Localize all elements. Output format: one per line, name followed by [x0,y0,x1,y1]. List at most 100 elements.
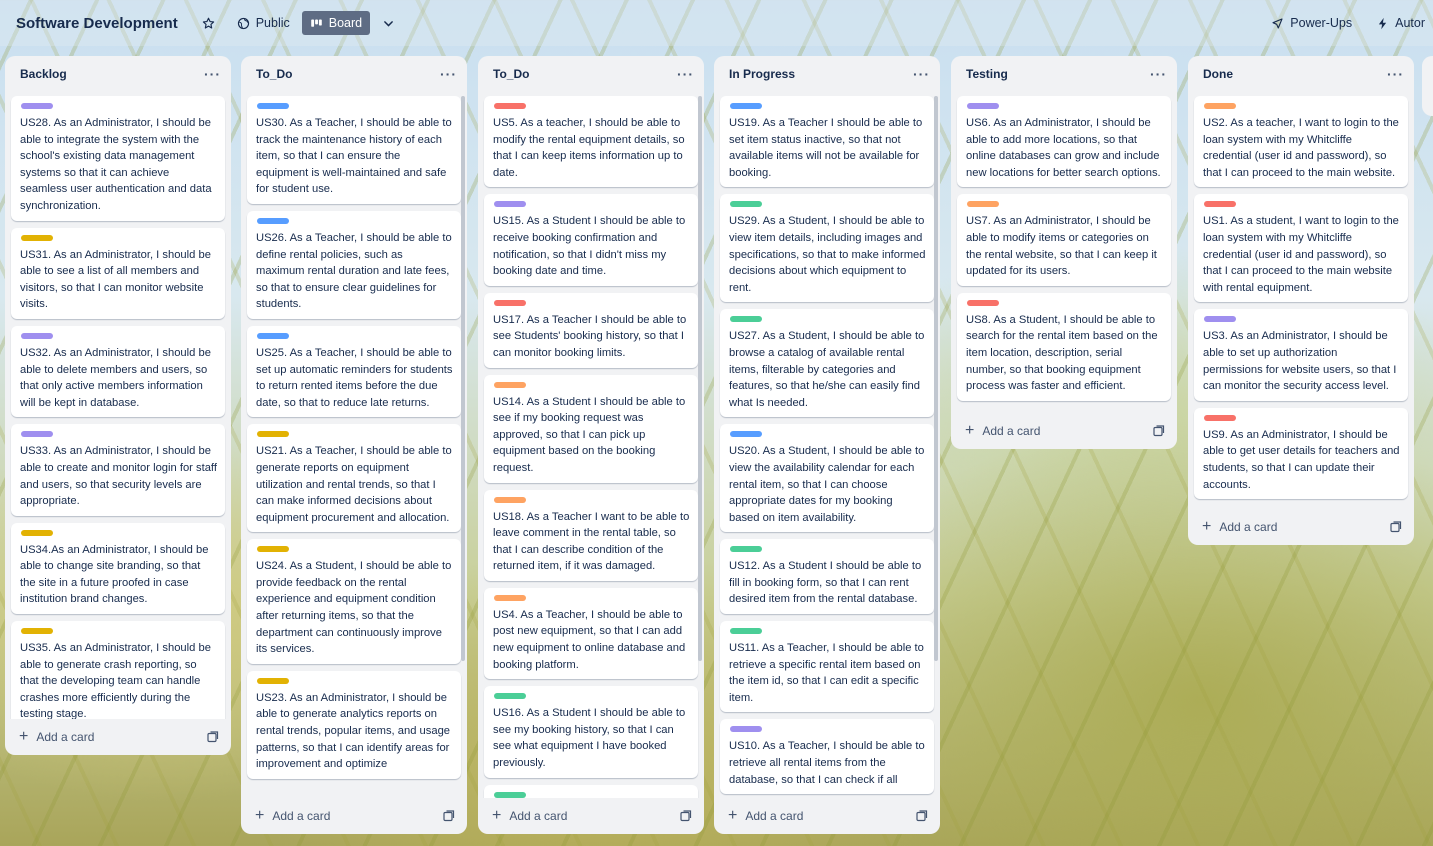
add-card-button[interactable]: + Add a card [19,729,94,745]
card[interactable]: US2. As a teacher, I want to login to th… [1194,96,1408,188]
card-label-yellow[interactable] [257,546,289,553]
board-view-button[interactable]: Board [301,11,371,35]
card-template-icon[interactable] [1153,425,1165,437]
card-label-blue[interactable] [730,103,762,109]
card-label-purple[interactable] [494,201,526,208]
list-title[interactable]: Backlog [20,67,67,81]
card-label-yellow[interactable] [257,431,289,438]
list-title[interactable]: In Progress [729,67,795,81]
card[interactable]: US24. As a Student, I should be able to … [247,539,461,664]
chevron-down-icon[interactable] [374,12,403,35]
more-options-icon[interactable]: ··· [913,66,930,82]
card-label-blue[interactable] [257,332,289,339]
card[interactable]: US31. As an Administrator, I should be a… [11,227,225,319]
card[interactable]: US12. As a Student I should be able to f… [720,539,934,615]
card[interactable]: US32. As an Administrator, I should be a… [11,325,225,418]
card[interactable]: US20. As a Student, I should be able to … [720,424,934,533]
card-label-yellow[interactable] [21,529,53,536]
add-card-button[interactable]: + Add a card [255,808,330,824]
card[interactable]: US18. As a Teacher I want to be able to … [484,489,698,581]
card-label-orange[interactable] [494,496,526,503]
card[interactable]: US4. As a Teacher, I should be able to p… [484,587,698,680]
card-label-orange[interactable] [967,201,999,208]
card-label-yellow[interactable] [21,234,53,241]
list-title[interactable]: Testing [966,67,1008,81]
more-options-icon[interactable]: ··· [677,66,694,82]
card-template-icon[interactable] [916,810,928,822]
card-label-blue[interactable] [257,103,289,109]
card-template-icon[interactable] [207,731,219,743]
scrollbar[interactable] [461,96,465,661]
card[interactable]: US13. As a Teacher I should be able [484,784,698,798]
card-label-red[interactable] [1204,201,1236,208]
card-label-green[interactable] [730,628,762,635]
card[interactable]: US17. As a Teacher I should be able to s… [484,292,698,368]
card[interactable]: US23. As an Administrator, I should be a… [247,670,461,779]
card-label-red[interactable] [494,299,526,306]
card-label-green[interactable] [730,546,762,553]
card[interactable]: US6. As an Administrator, I should be ab… [957,96,1171,188]
card[interactable]: US34.As an Administrator, I should be ab… [11,522,225,615]
card[interactable]: US26. As a Teacher, I should be able to … [247,210,461,319]
more-options-icon[interactable]: ··· [440,66,457,82]
card-label-green[interactable] [730,316,762,323]
card[interactable]: US11. As a Teacher, I should be able to … [720,621,934,713]
add-card-button[interactable]: + Add a card [1202,519,1277,535]
card-label-purple[interactable] [21,332,53,339]
card-label-green[interactable] [494,693,526,700]
card-label-red[interactable] [1204,414,1236,421]
add-card-button[interactable]: + Add a card [728,808,803,824]
list-title[interactable]: To_Do [256,67,292,81]
card[interactable]: US16. As a Student I should be able to s… [484,686,698,778]
add-card-button[interactable]: + Add a card [965,423,1040,439]
card[interactable]: US5. As a teacher, I should be able to m… [484,96,698,188]
card[interactable]: US35. As an Administrator, I should be a… [11,621,225,719]
visibility-button[interactable]: Public [229,11,298,35]
scrollbar[interactable] [698,96,702,661]
card[interactable]: US3. As an Administrator, I should be ab… [1194,309,1408,401]
more-options-icon[interactable]: ··· [204,66,221,82]
card[interactable]: US8. As a Student, I should be able to s… [957,292,1171,401]
more-options-icon[interactable]: ··· [1150,66,1167,82]
star-icon[interactable] [194,12,223,35]
card-label-orange[interactable] [494,594,526,601]
card-label-purple[interactable] [967,103,999,109]
card-label-purple[interactable] [21,431,53,438]
card[interactable]: US25. As a Teacher, I should be able to … [247,325,461,418]
card-template-icon[interactable] [1390,521,1402,533]
card[interactable]: US1. As a student, I want to login to th… [1194,194,1408,303]
card-label-green[interactable] [730,201,762,208]
power-ups-button[interactable]: Power-Ups [1263,11,1360,35]
card[interactable]: US33. As an Administrator, I should be a… [11,424,225,516]
more-options-icon[interactable]: ··· [1387,66,1404,82]
card[interactable]: US30. As a Teacher, I should be able to … [247,96,461,204]
card-label-orange[interactable] [1204,103,1236,109]
card-template-icon[interactable] [680,810,692,822]
card-label-red[interactable] [967,299,999,306]
automation-button[interactable]: Autor [1368,11,1433,35]
card[interactable]: US10. As a Teacher, I should be able to … [720,719,934,795]
add-card-button[interactable]: + Add a card [492,808,567,824]
card[interactable]: US21. As a Teacher, I should be able to … [247,424,461,533]
card[interactable]: US27. As a Student, I should be able to … [720,309,934,418]
card[interactable]: US28. As an Administrator, I should be a… [11,96,225,221]
card[interactable]: US15. As a Student I should be able to r… [484,194,698,286]
card[interactable]: US19. As a Teacher I should be able to s… [720,96,934,188]
card-label-red[interactable] [494,103,526,109]
card-label-green[interactable] [494,791,526,798]
card-template-icon[interactable] [443,810,455,822]
card[interactable]: US14. As a Student I should be able to s… [484,374,698,483]
card-label-yellow[interactable] [257,677,289,684]
card-label-blue[interactable] [730,431,762,438]
card-label-purple[interactable] [1204,316,1236,323]
card-label-purple[interactable] [21,103,53,109]
list-title[interactable]: To_Do [493,67,529,81]
card[interactable]: US29. As a Student, I should be able to … [720,194,934,303]
card-label-yellow[interactable] [21,628,53,635]
card[interactable]: US9. As an Administrator, I should be ab… [1194,407,1408,500]
card[interactable]: US7. As an Administrator, I should be ab… [957,194,1171,286]
list-title[interactable]: Done [1203,67,1233,81]
board-title[interactable]: Software Development [16,15,178,32]
scrollbar[interactable] [934,96,938,661]
card-label-purple[interactable] [730,726,762,733]
